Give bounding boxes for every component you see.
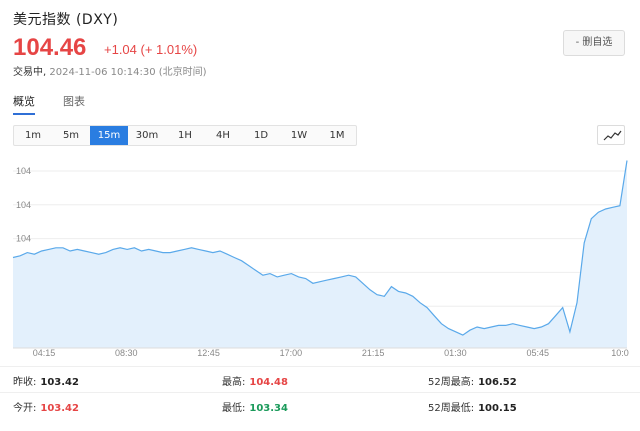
price-change: +1.04 (+ 1.01%): [104, 42, 198, 57]
prev-close-value: 103.42: [40, 377, 79, 388]
line-chart-icon: [603, 130, 622, 141]
period-4h[interactable]: 4H: [204, 126, 242, 145]
high-stat: 最高: 104.48: [222, 373, 288, 388]
period-5m[interactable]: 5m: [52, 126, 90, 145]
area-fill: [13, 160, 627, 348]
x-tick-label: 04:15: [33, 348, 56, 358]
open-label: 今开:: [13, 403, 37, 414]
high-label: 最高:: [222, 377, 246, 388]
prev-close-label: 昨收:: [13, 377, 37, 388]
page-title: 美元指数 (DXY): [13, 12, 119, 28]
low52-label: 52周最低:: [428, 403, 475, 414]
x-tick-label: 17:00: [280, 348, 303, 358]
y-tick-label: 104: [16, 200, 31, 210]
prev-close-stat: 昨收: 103.42: [13, 373, 79, 388]
low52-value: 100.15: [478, 403, 517, 414]
open-value: 103.42: [40, 403, 79, 414]
low52-stat: 52周最低: 100.15: [428, 399, 517, 414]
high52-stat: 52周最高: 106.52: [428, 373, 517, 388]
period-1m[interactable]: 1m: [14, 126, 52, 145]
period-30m[interactable]: 30m: [128, 126, 166, 145]
tab-bar: 概览 图表: [13, 93, 85, 115]
period-selector: 1m 5m 15m 30m 1H 4H 1D 1W 1M: [13, 125, 357, 146]
timestamp: 2024-11-06 10:14:30 (北京时间): [49, 67, 207, 78]
period-1d[interactable]: 1D: [242, 126, 280, 145]
period-1h[interactable]: 1H: [166, 126, 204, 145]
x-tick-label: 21:15: [362, 348, 385, 358]
x-tick-label: 01:30: [444, 348, 467, 358]
stats-row-1: 昨收: 103.42 最高: 104.48 52周最高: 106.52: [0, 366, 640, 390]
remove-watchlist-button[interactable]: - 删自选: [563, 30, 625, 56]
stats-row-2: 今开: 103.42 最低: 103.34 52周最低: 100.15: [0, 392, 640, 416]
x-tick-label: 08:30: [115, 348, 138, 358]
y-tick-label: 104: [16, 234, 31, 244]
low-value: 103.34: [249, 403, 288, 414]
chart-type-toggle[interactable]: [597, 125, 625, 145]
status-text: 交易中,: [13, 67, 47, 78]
trading-status: 交易中, 2024-11-06 10:14:30 (北京时间): [13, 63, 207, 78]
high52-value: 106.52: [478, 377, 517, 388]
open-stat: 今开: 103.42: [13, 399, 79, 414]
tab-chart[interactable]: 图表: [63, 93, 85, 115]
low-label: 最低:: [222, 403, 246, 414]
price-chart[interactable]: 10410410410410410304:1508:3012:4517:0021…: [0, 150, 640, 364]
low-stat: 最低: 103.34: [222, 399, 288, 414]
high-value: 104.48: [249, 377, 288, 388]
period-15m[interactable]: 15m: [90, 126, 128, 145]
period-1w[interactable]: 1W: [280, 126, 318, 145]
current-price: 104.46: [13, 34, 87, 61]
y-tick-label: 104: [16, 166, 31, 176]
tab-overview[interactable]: 概览: [13, 93, 35, 115]
period-1mo[interactable]: 1M: [318, 126, 356, 145]
x-tick-label: 05:45: [526, 348, 549, 358]
high52-label: 52周最高:: [428, 377, 475, 388]
x-tick-label: 12:45: [197, 348, 220, 358]
x-tick-label: 10:0: [611, 348, 629, 358]
